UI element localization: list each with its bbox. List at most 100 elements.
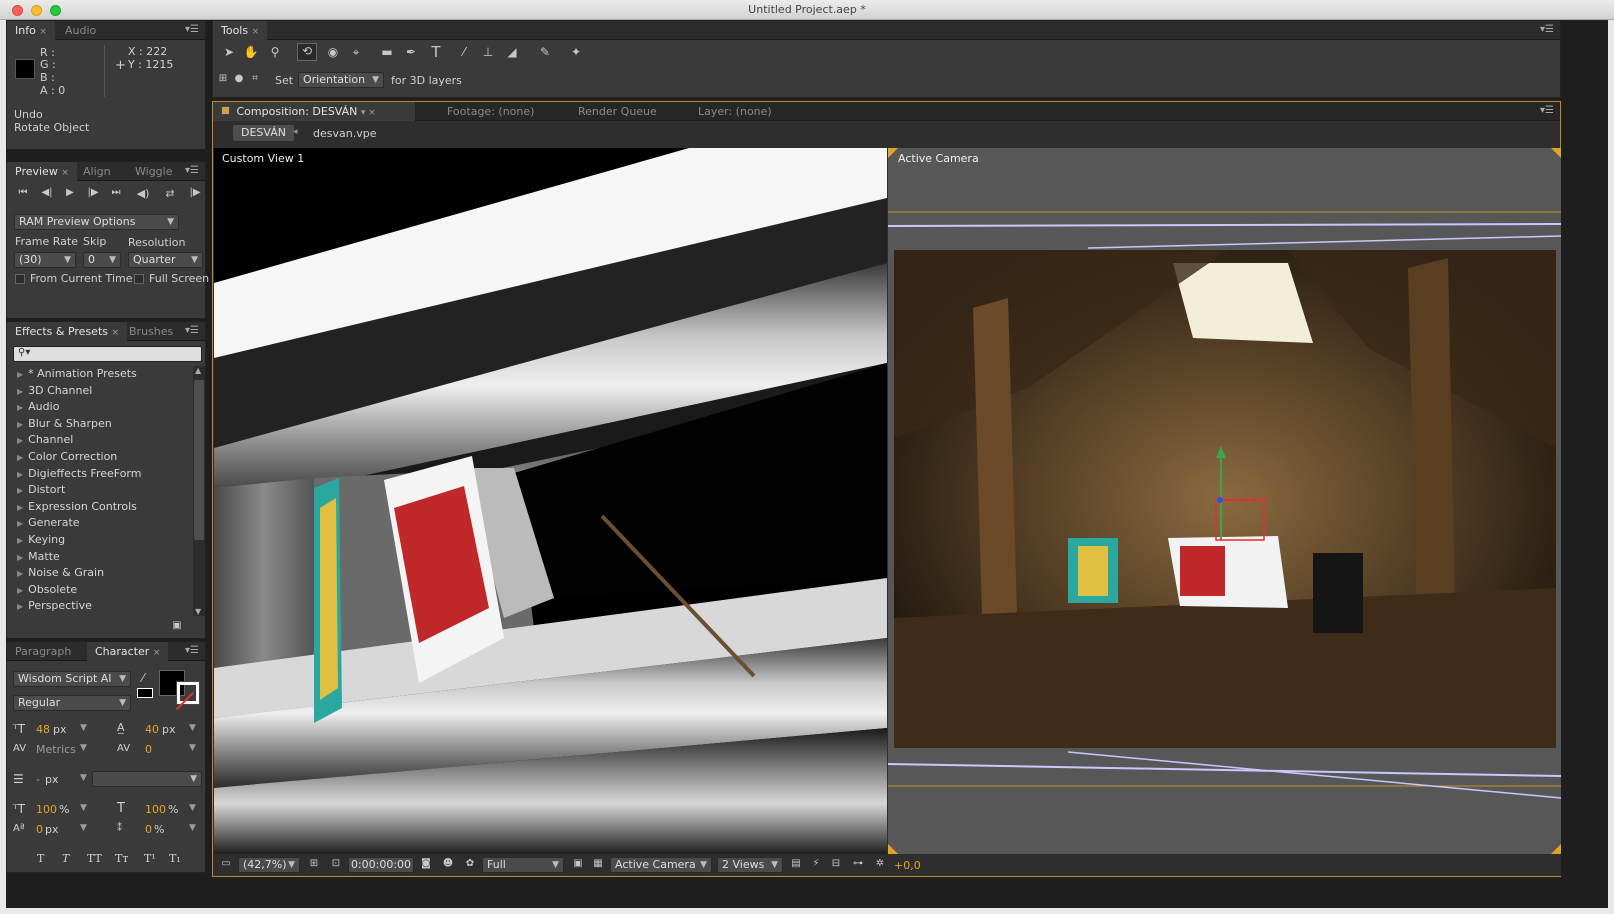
- chevron-down-icon[interactable]: ▼: [189, 723, 196, 733]
- indent-value[interactable]: -: [36, 773, 40, 786]
- tsume-value[interactable]: 0: [145, 823, 152, 836]
- chevron-right-icon[interactable]: ▶: [17, 503, 23, 512]
- tab-character[interactable]: Character ×: [87, 642, 169, 661]
- eyedropper-icon[interactable]: ⁄: [135, 671, 151, 685]
- world-axis-icon[interactable]: ●: [231, 73, 247, 84]
- tab-info[interactable]: Info ×: [7, 21, 55, 40]
- black-white-swatch[interactable]: [137, 688, 153, 698]
- effects-category-item[interactable]: ▶ Audio: [17, 399, 59, 415]
- from-current-time-checkbox[interactable]: [15, 274, 25, 284]
- effects-category-item[interactable]: ▶ Digieffects FreeForm: [17, 466, 141, 482]
- breadcrumb-composition[interactable]: DESVÁN: [233, 125, 294, 141]
- effects-category-item[interactable]: ▶ Generate: [17, 515, 80, 531]
- brush-tool-icon[interactable]: ⁄: [456, 45, 472, 59]
- stroke-style-dropdown[interactable]: ▼: [92, 771, 202, 787]
- previous-frame-icon[interactable]: ◀|: [39, 187, 55, 198]
- type-tool-icon[interactable]: T: [428, 43, 444, 61]
- ram-preview-icon[interactable]: |▶: [187, 187, 203, 198]
- last-frame-icon[interactable]: ⏭: [108, 187, 124, 198]
- chevron-down-icon[interactable]: ▼: [80, 723, 87, 733]
- small-caps-button[interactable]: Tт: [115, 852, 128, 865]
- frame-rate-dropdown[interactable]: (30) ▼: [14, 252, 76, 268]
- subscript-button[interactable]: T₁: [169, 852, 181, 865]
- view-axis-icon[interactable]: ⌗: [247, 73, 263, 84]
- faux-bold-button[interactable]: T: [37, 852, 44, 865]
- orientation-dropdown[interactable]: Orientation ▼: [298, 72, 384, 88]
- effects-category-item[interactable]: ▶ Matte: [17, 549, 60, 565]
- superscript-button[interactable]: T¹: [144, 852, 156, 865]
- chevron-right-icon[interactable]: ▶: [17, 486, 23, 495]
- show-snapshot-icon[interactable]: ☻: [440, 858, 456, 869]
- camera-view-dropdown[interactable]: Active Camera ▼: [610, 857, 712, 873]
- exposure-value[interactable]: +0,0: [894, 859, 921, 872]
- local-axis-icon[interactable]: ⊞: [215, 73, 231, 84]
- new-folder-icon[interactable]: ▣: [169, 620, 185, 631]
- flowchart-icon[interactable]: ⊶: [850, 858, 866, 869]
- panel-menu-icon[interactable]: ▾☰: [185, 325, 199, 336]
- always-preview-icon[interactable]: ▭: [218, 858, 234, 869]
- toggle-pixel-aspect-icon[interactable]: ▤: [788, 858, 804, 869]
- effects-category-item[interactable]: ▶ Blur & Sharpen: [17, 416, 112, 432]
- play-icon[interactable]: ▶: [62, 187, 78, 198]
- orbit-camera-icon[interactable]: ◉: [325, 45, 341, 59]
- effects-category-item[interactable]: ▶ Expression Controls: [17, 499, 137, 515]
- vertical-scale-value[interactable]: 100: [36, 803, 57, 816]
- tab-audio[interactable]: Audio: [57, 21, 104, 40]
- pan-behind-icon[interactable]: ⌖: [348, 45, 364, 60]
- tab-brushes[interactable]: Brushes: [121, 322, 181, 341]
- chevron-down-icon[interactable]: ▼: [80, 803, 87, 813]
- kerning-value[interactable]: Metrics: [36, 743, 76, 756]
- chevron-right-icon[interactable]: ▶: [17, 519, 23, 528]
- tab-preview[interactable]: Preview ×: [7, 162, 77, 181]
- rectangle-tool-icon[interactable]: ▬: [379, 45, 395, 59]
- font-size-value[interactable]: 48: [36, 723, 50, 736]
- chevron-right-icon[interactable]: ▶: [17, 586, 23, 595]
- effects-search-input[interactable]: ⚲▾: [13, 346, 202, 362]
- color-channels-icon[interactable]: ✿: [462, 858, 478, 869]
- font-style-dropdown[interactable]: Regular ▼: [13, 695, 131, 711]
- resolution-dropdown[interactable]: Full ▼: [482, 857, 564, 873]
- custom-view-viewer[interactable]: Custom View 1: [214, 148, 887, 854]
- safe-zones-icon[interactable]: ⊞: [306, 858, 322, 869]
- tracking-value[interactable]: 0: [145, 743, 152, 756]
- next-frame-icon[interactable]: |▶: [85, 187, 101, 198]
- reset-exposure-icon[interactable]: ✲: [872, 858, 888, 869]
- effects-category-item[interactable]: ▶ Distort: [17, 482, 65, 498]
- tab-paragraph[interactable]: Paragraph: [7, 642, 79, 661]
- close-window-button[interactable]: [12, 5, 23, 16]
- zoom-tool-icon[interactable]: ⚲: [267, 45, 283, 59]
- effects-category-item[interactable]: ▶ Obsolete: [17, 582, 77, 598]
- effects-category-item[interactable]: ▶ Noise & Grain: [17, 565, 104, 581]
- font-family-dropdown[interactable]: Wisdom Script AI ▼: [13, 671, 131, 687]
- chevron-right-icon[interactable]: ▶: [17, 420, 23, 429]
- tab-footage[interactable]: Footage: (none): [439, 102, 542, 121]
- chevron-right-icon[interactable]: ▶: [17, 536, 23, 545]
- eraser-tool-icon[interactable]: ◢: [504, 45, 520, 59]
- region-of-interest-icon[interactable]: ▣: [570, 858, 586, 869]
- effects-scrollbar[interactable]: ▲ ▼: [193, 366, 205, 616]
- leading-value[interactable]: 40: [145, 723, 159, 736]
- active-camera-viewer[interactable]: Active Camera: [888, 148, 1561, 854]
- horizontal-scale-value[interactable]: 100: [145, 803, 166, 816]
- chevron-right-icon[interactable]: ▶: [17, 387, 23, 396]
- chevron-right-icon[interactable]: ▶: [17, 370, 23, 379]
- panel-menu-icon[interactable]: ▾☰: [185, 645, 199, 656]
- tab-effects-presets[interactable]: Effects & Presets ×: [7, 322, 128, 341]
- zoom-window-button[interactable]: [50, 5, 61, 16]
- chevron-down-icon[interactable]: ▼: [189, 743, 196, 753]
- stroke-color-swatch[interactable]: [176, 681, 200, 705]
- roto-brush-icon[interactable]: ✎: [537, 45, 553, 59]
- tab-tools[interactable]: Tools ×: [213, 21, 268, 40]
- chevron-down-icon[interactable]: ▼: [189, 823, 196, 833]
- panel-menu-icon[interactable]: ▾☰: [1540, 105, 1554, 116]
- audio-icon[interactable]: ◀): [135, 187, 151, 200]
- chevron-right-icon[interactable]: ▶: [17, 553, 23, 562]
- faux-italic-button[interactable]: T: [62, 852, 69, 865]
- tab-align[interactable]: Align: [75, 162, 119, 181]
- effects-category-item[interactable]: ▶ Color Correction: [17, 449, 117, 465]
- baseline-shift-value[interactable]: 0: [36, 823, 43, 836]
- transparency-grid-icon[interactable]: ▦: [590, 858, 606, 869]
- ram-preview-options-dropdown[interactable]: RAM Preview Options ▼: [14, 214, 179, 230]
- resolution-dropdown[interactable]: Quarter ▼: [128, 252, 203, 268]
- effects-category-item[interactable]: ▶ * Animation Presets: [17, 366, 137, 382]
